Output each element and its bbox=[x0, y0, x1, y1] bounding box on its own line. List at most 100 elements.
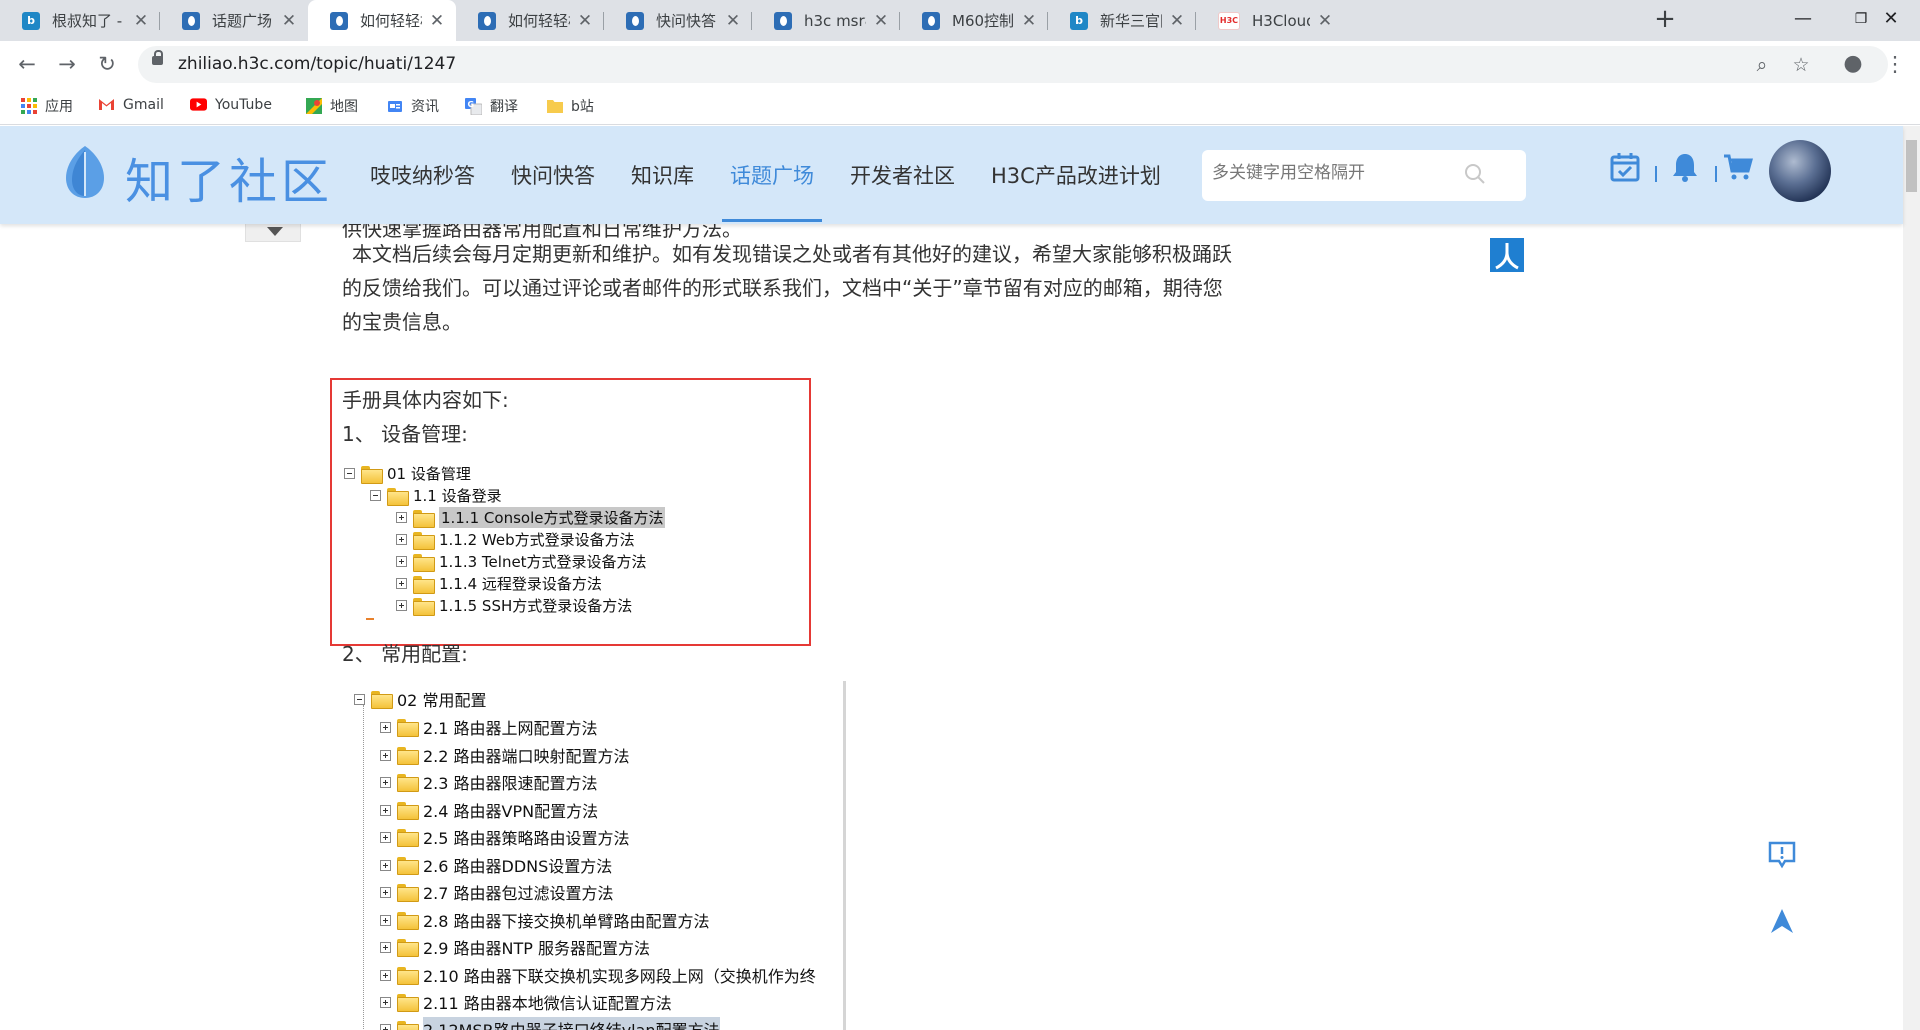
nav-item-topic-square[interactable]: 话题广场 bbox=[722, 160, 822, 222]
browser-tab[interactable]: b 根叔知了 - 国产 ✕ bbox=[0, 0, 160, 41]
expand-plus-icon bbox=[380, 831, 391, 843]
tab-close-icon[interactable]: ✕ bbox=[724, 11, 742, 31]
common-config-tree-image: 02 常用配置 2.1 路由器上网配置方法 2.2 路由器端口映射配置方法 2.… bbox=[354, 681, 846, 1030]
article-text: 的宝贵信息。 bbox=[342, 310, 462, 334]
browser-tab[interactable]: h3c msr830 是 ✕ bbox=[752, 0, 900, 41]
translate-icon: G bbox=[465, 97, 482, 115]
tab-close-icon[interactable]: ✕ bbox=[428, 11, 446, 31]
tab-close-icon[interactable]: ✕ bbox=[132, 11, 150, 31]
browser-tab[interactable]: 如何轻轻松松玩 ✕ bbox=[456, 0, 604, 41]
tab-title: 如何轻轻松松玩 bbox=[508, 12, 570, 30]
feedback-icon[interactable] bbox=[1767, 840, 1797, 870]
tree-node-leaf: 2.11 路由器本地微信认证配置方法 bbox=[380, 990, 672, 1014]
browser-tab-active[interactable]: 如何轻轻松松玩 ✕ bbox=[308, 0, 456, 41]
folder-icon bbox=[546, 98, 563, 115]
search-icon[interactable] bbox=[1464, 163, 1486, 185]
address-bar[interactable]: zhiliao.h3c.com/topic/huati/1247 ⌕ ☆ bbox=[138, 46, 1888, 83]
bookmark-folder-bilibili[interactable]: b站 bbox=[546, 96, 594, 116]
profile-icon[interactable]: ● bbox=[1840, 51, 1866, 77]
tree-guide-line bbox=[363, 705, 364, 1030]
tab-title: 快问快答 - 知了 bbox=[656, 12, 718, 30]
tree-node-leaf: 2.8 路由器下接交换机单臂路由配置方法 bbox=[380, 908, 710, 932]
tree-node-leaf: 2.9 路由器NTP 服务器配置方法 bbox=[380, 935, 650, 959]
tab-close-icon[interactable]: ✕ bbox=[1316, 11, 1334, 31]
window-close-button[interactable]: ✕ bbox=[1862, 0, 1920, 38]
cicada-logo-icon[interactable] bbox=[60, 144, 110, 200]
address-url[interactable]: zhiliao.h3c.com/topic/huati/1247 bbox=[178, 54, 456, 74]
minimize-button[interactable]: — bbox=[1774, 0, 1832, 38]
bookmark-maps[interactable]: 地图 bbox=[305, 96, 358, 116]
bing-favicon-icon: b bbox=[22, 11, 40, 30]
nav-item-knowledge-base[interactable]: 知识库 bbox=[631, 160, 694, 222]
youtube-icon bbox=[190, 96, 207, 113]
folder-icon bbox=[397, 939, 419, 957]
tab-close-icon[interactable]: ✕ bbox=[1020, 11, 1038, 31]
nav-item-nanosecond-answer[interactable]: 吱吱纳秒答 bbox=[370, 160, 475, 222]
calendar-checkin-icon[interactable] bbox=[1609, 151, 1641, 183]
expand-plus-icon bbox=[380, 804, 391, 816]
tree-node-leaf: 2.7 路由器包过滤设置方法 bbox=[380, 880, 614, 904]
nav-item-product-improvement[interactable]: H3C产品改进计划 bbox=[991, 160, 1161, 222]
bell-icon[interactable] bbox=[1669, 151, 1701, 183]
tree-node-leaf: 2.3 路由器限速配置方法 bbox=[380, 770, 598, 794]
bookmark-translate[interactable]: G 翻译 bbox=[465, 96, 518, 116]
bookmark-apps[interactable]: 应用 bbox=[20, 96, 73, 116]
bookmarks-bar: 应用 Gmail YouTube 地图 资讯 G 翻译 b站 bbox=[0, 87, 1920, 125]
tab-close-icon[interactable]: ✕ bbox=[280, 11, 298, 31]
search-input[interactable] bbox=[1212, 163, 1452, 183]
menu-kebab-icon[interactable]: ⋮ bbox=[1882, 51, 1908, 77]
tab-title: 话题广场 - 知了 bbox=[212, 12, 274, 30]
folder-icon bbox=[397, 774, 419, 792]
collapse-toggle[interactable] bbox=[245, 222, 301, 242]
browser-tab[interactable]: M60控制器，能 ✕ bbox=[900, 0, 1048, 41]
folder-icon bbox=[371, 691, 393, 709]
page-scrollbar[interactable] bbox=[1903, 126, 1920, 1030]
bookmark-news[interactable]: 资讯 bbox=[386, 96, 439, 116]
tab-title: M60控制器，能 bbox=[952, 12, 1014, 30]
browser-tab-strip: b 根叔知了 - 国产 ✕ 话题广场 - 知了 ✕ 如何轻轻松松玩 ✕ 如何轻轻… bbox=[0, 0, 1920, 41]
zhiliao-favicon-icon bbox=[330, 11, 348, 30]
new-tab-button[interactable]: + bbox=[1651, 6, 1679, 34]
zhiliao-favicon-icon bbox=[774, 11, 792, 30]
tab-close-icon[interactable]: ✕ bbox=[872, 11, 890, 31]
expand-plus-icon bbox=[380, 1023, 391, 1030]
bookmark-star-icon[interactable]: ☆ bbox=[1789, 53, 1813, 77]
header-divider bbox=[1715, 166, 1717, 182]
svg-text:G: G bbox=[468, 100, 475, 109]
expand-plus-icon bbox=[380, 941, 391, 953]
browser-tab[interactable]: H3C H3CloudClass ✕ bbox=[1196, 0, 1344, 41]
lock-icon bbox=[152, 50, 163, 65]
nav-item-developer-community[interactable]: 开发者社区 bbox=[850, 160, 955, 222]
bookmark-gmail[interactable]: Gmail bbox=[98, 96, 164, 113]
back-to-top-icon[interactable] bbox=[1769, 907, 1795, 935]
folder-icon bbox=[397, 719, 419, 737]
tab-close-icon[interactable]: ✕ bbox=[576, 11, 594, 31]
news-icon bbox=[386, 98, 403, 115]
maps-icon bbox=[305, 98, 322, 115]
nav-item-quick-qa[interactable]: 快问快答 bbox=[511, 160, 595, 222]
forward-icon[interactable]: → bbox=[54, 51, 80, 77]
tab-title: h3c msr830 是 bbox=[804, 12, 866, 30]
bing-favicon-icon: b bbox=[1070, 11, 1088, 30]
zhiliao-favicon-icon bbox=[922, 11, 940, 30]
back-icon[interactable]: ← bbox=[14, 51, 40, 77]
zoom-icon[interactable]: ⌕ bbox=[1750, 53, 1774, 77]
renren-share-icon[interactable] bbox=[1490, 238, 1524, 272]
tab-close-icon[interactable]: ✕ bbox=[1168, 11, 1186, 31]
bookmark-label: 资讯 bbox=[411, 99, 439, 115]
reload-icon[interactable]: ↻ bbox=[94, 51, 120, 77]
browser-tab[interactable]: b 新华三官网 - 新 ✕ bbox=[1048, 0, 1196, 41]
apps-grid-icon bbox=[20, 98, 37, 115]
bookmark-youtube[interactable]: YouTube bbox=[190, 96, 272, 113]
cart-icon[interactable] bbox=[1722, 151, 1754, 183]
browser-tab[interactable]: 话题广场 - 知了 ✕ bbox=[160, 0, 308, 41]
browser-tab[interactable]: 快问快答 - 知了 ✕ bbox=[604, 0, 752, 41]
zhiliao-favicon-icon bbox=[182, 11, 200, 30]
user-avatar[interactable] bbox=[1769, 140, 1831, 202]
tab-title: 根叔知了 - 国产 bbox=[52, 12, 126, 30]
cursor-mark bbox=[366, 618, 374, 620]
site-logo-text[interactable]: 知了社区 bbox=[125, 142, 333, 212]
tree-node-leaf: 2.12MSR路由器子接口终结vlan配置方法 bbox=[380, 1017, 720, 1030]
scrollbar-thumb[interactable] bbox=[1906, 140, 1917, 192]
collapse-minus-icon bbox=[354, 693, 365, 705]
